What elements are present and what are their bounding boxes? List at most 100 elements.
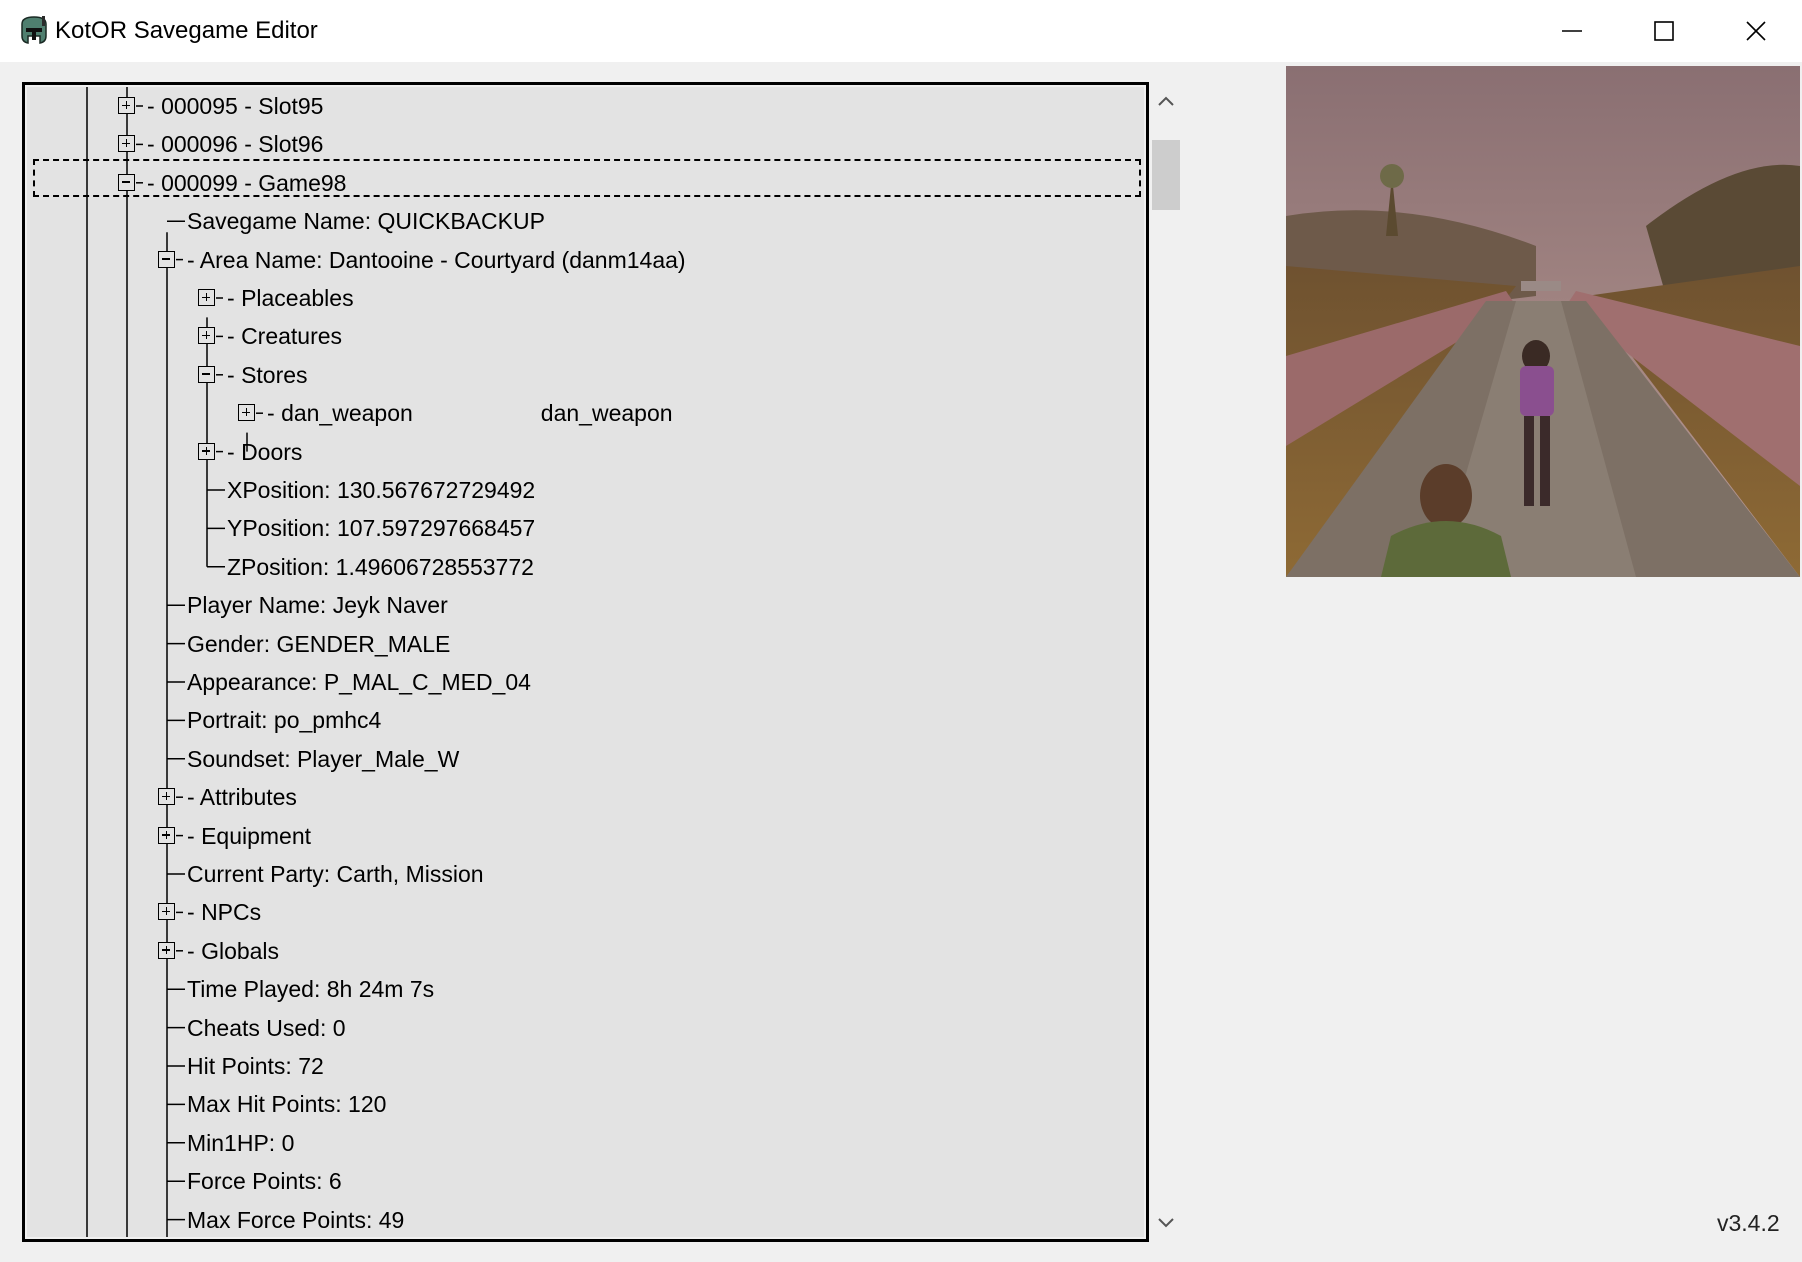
- chevron-up-icon[interactable]: [1155, 90, 1177, 112]
- tree-node[interactable]: - Equipment: [187, 818, 311, 854]
- savegame-tree[interactable]: - 000095 - Slot95- 000096 - Slot96- 0000…: [22, 82, 1149, 1242]
- tree-node[interactable]: - dan_weapon dan_weapon: [267, 395, 673, 431]
- close-button[interactable]: [1710, 0, 1802, 62]
- tree-node-label: Stores: [241, 361, 308, 388]
- tree-node[interactable]: - 000095 - Slot95: [147, 88, 323, 124]
- tree-dash: -: [147, 93, 162, 119]
- tree-node[interactable]: Portrait: po_pmhc4: [187, 702, 381, 738]
- tree-node-label: Attributes: [199, 784, 297, 811]
- tree-node[interactable]: Gender: GENDER_MALE: [187, 626, 450, 662]
- tree-dash: -: [187, 899, 202, 926]
- tree-dash: -: [267, 400, 282, 427]
- expand-plus-icon[interactable]: [198, 327, 215, 345]
- tree-node[interactable]: Hit Points: 72: [187, 1048, 324, 1084]
- tree-node-label: NPCs: [201, 899, 262, 926]
- expand-plus-icon[interactable]: [158, 826, 175, 844]
- title-bar: KotOR Savegame Editor: [0, 0, 1802, 62]
- savegame-screenshot: [1286, 66, 1800, 577]
- tree-node-label: 000095 - Slot95: [161, 93, 324, 119]
- close-icon: [1746, 21, 1766, 41]
- minimize-button[interactable]: [1526, 0, 1618, 62]
- tree-dash: -: [187, 937, 202, 964]
- tree-node-label: Min1HP: 0: [187, 1129, 295, 1156]
- tree-node[interactable]: YPosition: 107.597297668457: [227, 510, 535, 546]
- tree-node-label: Portrait: po_pmhc4: [187, 707, 382, 734]
- collapse-minus-icon[interactable]: [118, 173, 135, 191]
- tree-node[interactable]: Max Force Points: 49: [187, 1202, 404, 1237]
- tree-node[interactable]: Current Party: Carth, Mission: [187, 856, 484, 892]
- expand-plus-icon[interactable]: [158, 788, 175, 806]
- tree-node-label: Hit Points: 72: [187, 1053, 324, 1079]
- tree-node-label: Player Name: Jeyk Naver: [187, 592, 448, 619]
- tree-node-label: dan_weapon: [281, 400, 413, 427]
- tree-node-label: 000099 - Game98: [161, 169, 347, 196]
- tree-dash: -: [227, 438, 242, 465]
- tree-node-label: XPosition: 130.567672729492: [227, 477, 536, 503]
- tree-scrollbar[interactable]: [1150, 82, 1182, 1242]
- tree-node[interactable]: Player Name: Jeyk Naver: [187, 587, 448, 623]
- tree-node[interactable]: - Doors: [227, 434, 302, 470]
- collapse-minus-icon[interactable]: [198, 365, 215, 383]
- tree-node-label: Savegame Name: QUICKBACKUP: [187, 208, 545, 235]
- tree-node[interactable]: Appearance: P_MAL_C_MED_04: [187, 664, 531, 700]
- maximize-icon: [1654, 21, 1674, 41]
- expand-plus-icon[interactable]: [158, 903, 175, 921]
- chevron-down-icon[interactable]: [1155, 1212, 1177, 1234]
- version-label: v3.4.2: [1717, 1210, 1780, 1236]
- tree-node-label: Cheats Used: 0: [187, 1014, 346, 1041]
- tree-node[interactable]: - 000099 - Game98: [147, 165, 346, 201]
- tree-node[interactable]: - Globals: [187, 933, 279, 969]
- tree-node-label: Placeables: [241, 285, 354, 311]
- tree-node[interactable]: Savegame Name: QUICKBACKUP: [187, 203, 545, 239]
- tree-node[interactable]: Time Played: 8h 24m 7s: [187, 971, 434, 1007]
- tree-node[interactable]: - NPCs: [187, 894, 261, 930]
- tree-node-label: Equipment: [201, 822, 312, 849]
- tree-node-label: Max Hit Points: 120: [187, 1091, 387, 1118]
- maximize-button[interactable]: [1618, 0, 1710, 62]
- tree-dash: -: [187, 784, 200, 811]
- bounty-hunter-helmet-icon: [21, 16, 47, 44]
- tree-node-label: Globals: [201, 937, 280, 964]
- expand-plus-icon[interactable]: [118, 135, 135, 153]
- expand-plus-icon[interactable]: [198, 289, 215, 306]
- tree-node[interactable]: Min1HP: 0: [187, 1125, 294, 1161]
- tree-node-label: Soundset: Player_Male_W: [187, 745, 460, 772]
- tree-dash: -: [227, 285, 242, 311]
- tree-node[interactable]: Cheats Used: 0: [187, 1010, 346, 1046]
- tree-dash: -: [227, 361, 242, 388]
- collapse-minus-icon[interactable]: [158, 250, 175, 268]
- tree-node[interactable]: - Creatures: [227, 318, 342, 354]
- tree-node-label: Current Party: Carth, Mission: [187, 861, 484, 887]
- window-title: KotOR Savegame Editor: [55, 17, 318, 44]
- tree-node-label: Area Name: Dantooine - Courtyard (danm14…: [199, 246, 686, 273]
- expand-plus-icon[interactable]: [198, 442, 215, 460]
- tree-node[interactable]: - Area Name: Dantooine - Courtyard (danm…: [187, 242, 686, 278]
- tree-dash: -: [187, 822, 202, 849]
- tree-node-extra: dan_weapon: [540, 400, 673, 427]
- tree-node[interactable]: Force Points: 6: [187, 1163, 342, 1199]
- tree-dash: -: [227, 323, 242, 350]
- expand-plus-icon[interactable]: [238, 404, 255, 422]
- expand-plus-icon[interactable]: [118, 97, 135, 114]
- tree-node-label: Force Points: 6: [187, 1168, 342, 1195]
- scroll-thumb[interactable]: [1152, 140, 1180, 210]
- tree-node[interactable]: - 000096 - Slot96: [147, 126, 323, 162]
- tree-node[interactable]: ZPosition: 1.49606728553772: [227, 549, 534, 585]
- tree-node-label: 000096 - Slot96: [161, 131, 324, 158]
- tree-node-label: Appearance: P_MAL_C_MED_04: [187, 669, 531, 695]
- tree-node-label: Doors: [241, 438, 303, 465]
- tree-node[interactable]: Soundset: Player_Male_W: [187, 741, 459, 777]
- tree-node[interactable]: - Attributes: [187, 779, 297, 815]
- tree-dash: -: [187, 246, 200, 273]
- expand-plus-icon[interactable]: [158, 941, 175, 959]
- tree-content: - 000095 - Slot95- 000096 - Slot96- 0000…: [27, 87, 1144, 1237]
- tree-node[interactable]: Max Hit Points: 120: [187, 1086, 386, 1122]
- tree-node[interactable]: XPosition: 130.567672729492: [227, 472, 535, 508]
- tree-node-label: Creatures: [241, 323, 343, 350]
- tree-node[interactable]: - Placeables: [227, 280, 354, 316]
- tree-node-label: YPosition: 107.597297668457: [227, 515, 536, 542]
- tree-dash: -: [147, 131, 162, 158]
- minimize-icon: [1562, 30, 1582, 32]
- tree-node[interactable]: - Stores: [227, 357, 308, 393]
- tree-node-label: Time Played: 8h 24m 7s: [187, 976, 435, 1003]
